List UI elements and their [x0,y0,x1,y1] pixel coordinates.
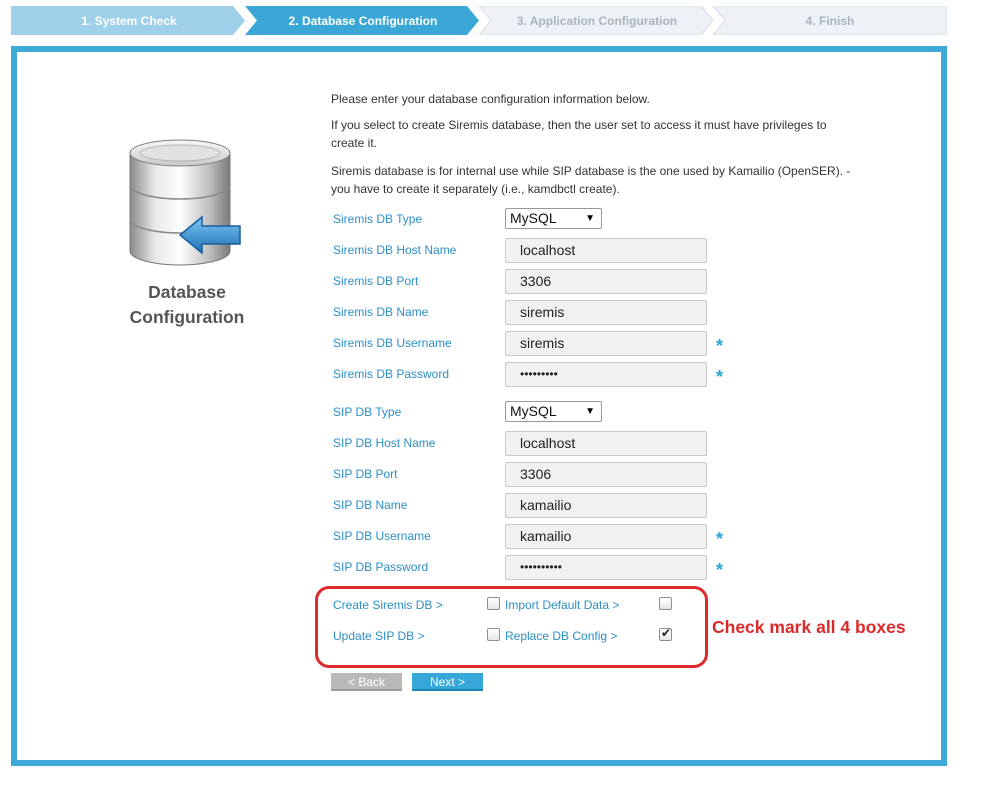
siremis-db-port-input[interactable]: 3306 [505,269,707,294]
siremis-db-name-label: Siremis DB Name [333,305,429,319]
sip-db-port-input[interactable]: 3306 [505,462,707,487]
dropdown-arrow-icon: ▼ [585,213,595,224]
wizard-steps: 1. System Check 2. Database Configuratio… [11,6,947,35]
wizard-step-application-configuration[interactable]: 3. Application Configuration [479,6,715,35]
sip-db-username-input[interactable]: kamailio [505,524,707,549]
sip-db-name-input[interactable]: kamailio [505,493,707,518]
required-asterisk-icon: * [716,367,724,387]
annotation-highlight-box [315,586,708,668]
siremis-db-port-label: Siremis DB Port [333,274,419,288]
siremis-db-type-label: Siremis DB Type [333,212,423,226]
wizard-step-system-check[interactable]: 1. System Check [11,6,247,35]
intro-text-3: Siremis database is for internal use whi… [331,164,851,196]
wizard-step-label: 2. Database Configuration [288,13,438,28]
siremis-db-host-input[interactable]: localhost [505,238,707,263]
wizard-step-label: 1. System Check [81,13,177,28]
selected-value: MySQL [510,403,557,419]
selected-value: MySQL [510,210,557,226]
sip-db-host-input[interactable]: localhost [505,431,707,456]
siremis-db-password-input[interactable]: ••••••••• [505,362,707,387]
siremis-db-username-label: Siremis DB Username [333,336,452,350]
wizard-step-finish[interactable]: 4. Finish [713,6,947,35]
sip-db-password-input[interactable]: •••••••••• [505,555,707,580]
wizard-step-label: 4. Finish [805,13,855,28]
required-asterisk-icon: * [716,560,724,580]
config-panel: Database Configuration Please enter your… [11,46,947,766]
page-title: Database Configuration [106,280,268,330]
next-button[interactable]: Next > [412,673,483,691]
sip-db-password-label: SIP DB Password [333,560,429,574]
dropdown-arrow-icon: ▼ [585,406,595,417]
sip-db-username-label: SIP DB Username [333,529,431,543]
back-button[interactable]: < Back [331,673,402,691]
annotation-note: Check mark all 4 boxes [712,617,906,637]
sip-db-port-label: SIP DB Port [333,467,398,481]
sip-db-name-label: SIP DB Name [333,498,408,512]
siremis-db-name-input[interactable]: siremis [505,300,707,325]
sip-db-type-select[interactable]: MySQL ▼ [505,401,602,422]
page-title-line1: Database [148,282,226,302]
siremis-db-host-label: Siremis DB Host Name [333,243,457,257]
siremis-db-type-select[interactable]: MySQL ▼ [505,208,602,229]
wizard-step-label: 3. Application Configuration [516,13,678,28]
required-asterisk-icon: * [716,336,724,356]
required-asterisk-icon: * [716,529,724,549]
sip-db-host-label: SIP DB Host Name [333,436,436,450]
page-title-line2: Configuration [129,307,245,327]
wizard-step-database-configuration[interactable]: 2. Database Configuration [245,6,481,35]
intro-text-2: If you select to create Siremis database… [331,118,827,150]
intro-text-1: Please enter your database configuration… [331,92,650,106]
siremis-db-username-input[interactable]: siremis [505,331,707,356]
sip-db-type-label: SIP DB Type [333,405,402,419]
siremis-db-password-label: Siremis DB Password [333,367,450,381]
database-icon [129,139,241,266]
